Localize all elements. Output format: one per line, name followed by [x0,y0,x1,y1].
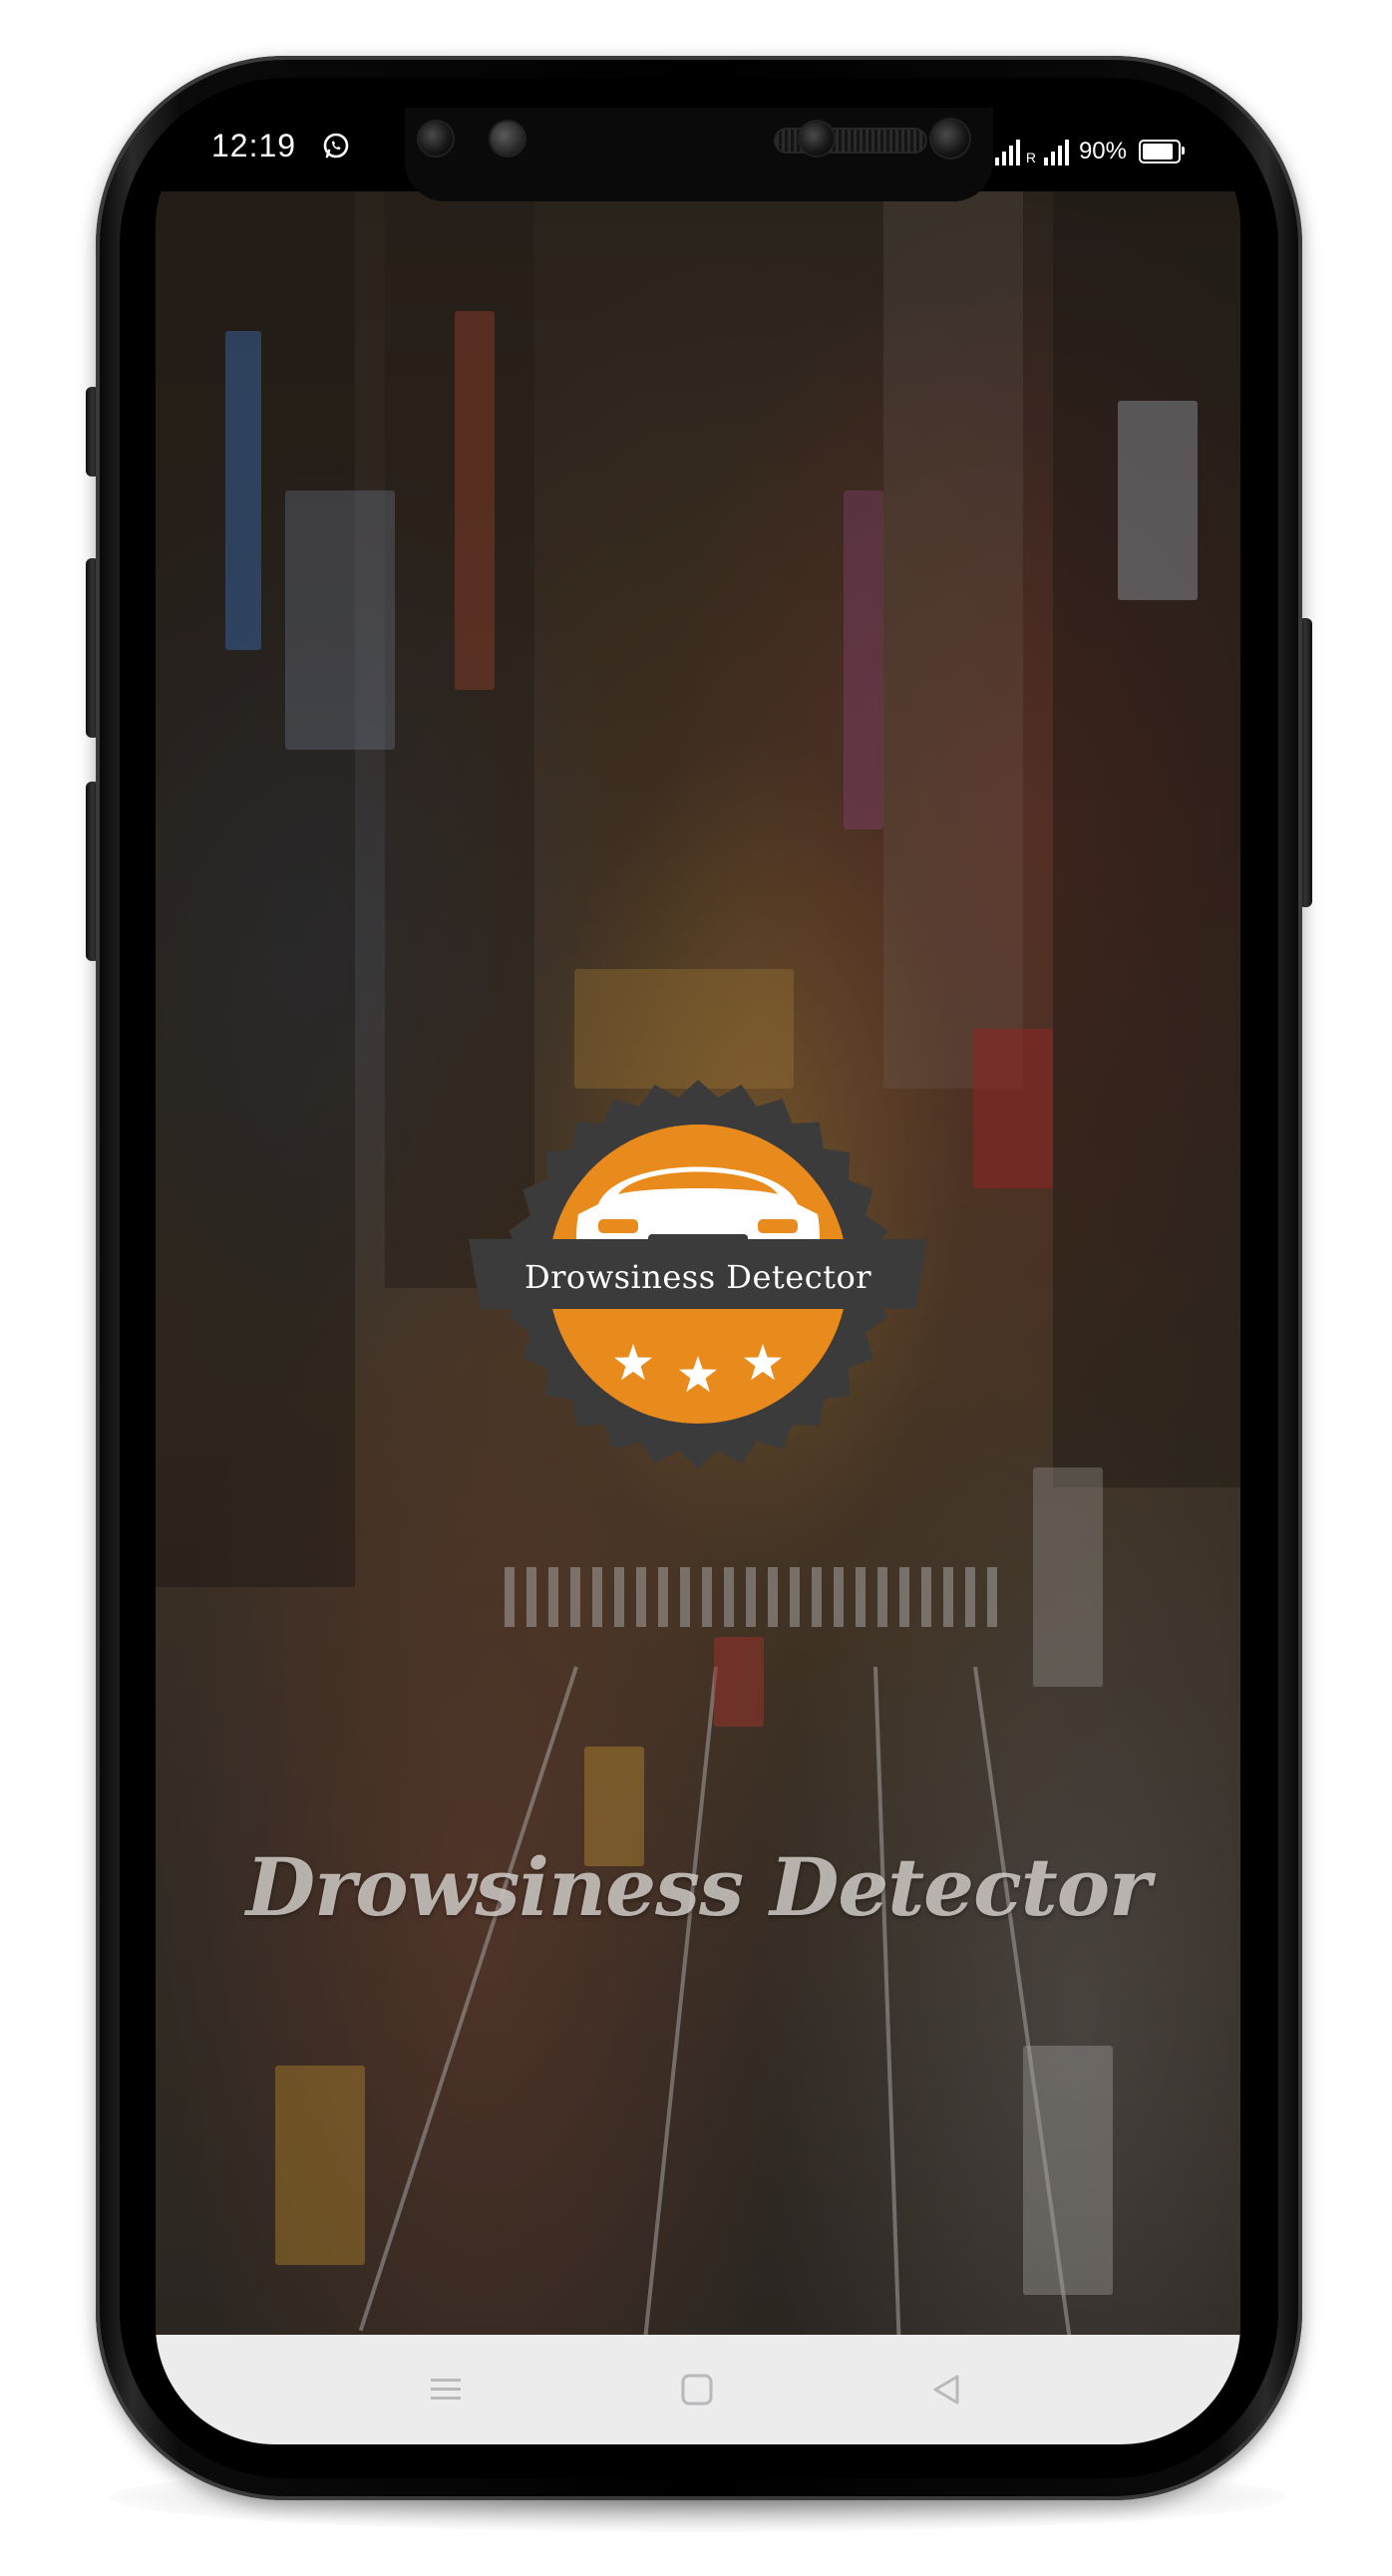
device-mockup: 12:19 R 90% Drowsiness Detector Drowsine… [0,0,1392,2576]
front-sensor-icon [491,122,524,156]
nav-home-button[interactable] [672,2365,722,2415]
earpiece-speaker [776,130,925,152]
front-camera-secondary-icon [931,120,969,158]
phone-screen: 12:19 R 90% Drowsiness Detector Drowsine… [156,108,1240,2444]
status-bar: 12:19 R 90% [156,108,1240,201]
status-indicators: R 90% [994,130,1185,165]
battery-level-fill [1143,144,1174,160]
whatsapp-icon [323,133,349,159]
battery-percent: 90% [1078,138,1127,164]
signal-icon-secondary [1043,140,1069,165]
front-camera-icon [419,122,453,156]
logo-text: Drowsiness Detector [524,1258,871,1296]
square-icon [681,2374,713,2406]
battery-icon [1139,140,1185,163]
camera-notch [405,108,993,201]
proximity-sensor-icon [800,122,834,156]
signal-icon [994,140,1020,165]
app-name-title: Drowsiness Detector [245,1840,1151,1934]
navigation-bar [156,2335,1240,2444]
back-triangle-icon [933,2375,959,2405]
status-time: 12:19 [211,128,297,163]
roaming-indicator: R [1025,150,1036,165]
menu-icon [431,2379,461,2400]
nav-menu-button[interactable] [421,2365,471,2415]
nav-back-button[interactable] [921,2365,971,2415]
app-logo-badge: Drowsiness Detector [469,1080,927,1468]
